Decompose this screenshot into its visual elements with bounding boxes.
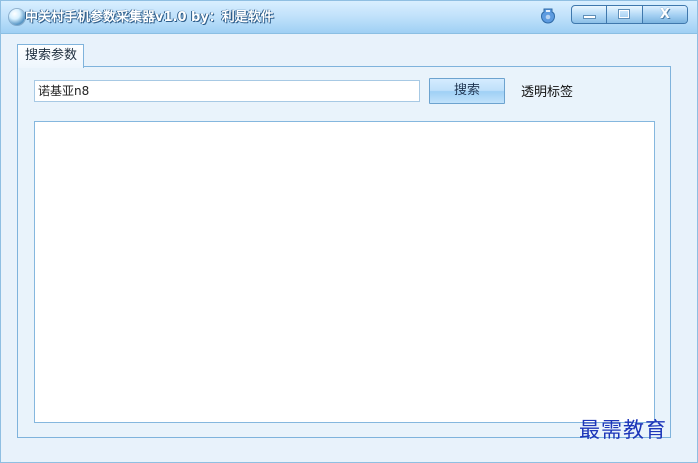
close-icon: X <box>659 7 670 22</box>
transparent-label: 透明标签 <box>521 85 574 100</box>
search-input[interactable]: 诺基亚n8 <box>34 80 420 102</box>
main-content: 搜索参数 诺基亚n8 搜索 透明标签 <box>1 34 697 462</box>
skin-shape-icon <box>540 8 556 24</box>
close-button[interactable]: X <box>642 6 687 23</box>
search-params-panel: 诺基亚n8 搜索 透明标签 <box>17 66 671 438</box>
tab-search-params[interactable]: 搜索参数 <box>17 44 84 68</box>
window-controls: X <box>571 5 688 24</box>
title-bar[interactable]: 中关村手机参数采集器v1.0 by：利是软件 X <box>1 1 697 34</box>
maximize-button[interactable] <box>607 6 643 23</box>
window-title: 中关村手机参数采集器v1.0 by：利是软件 <box>25 10 274 25</box>
skin-icon[interactable] <box>540 8 556 24</box>
search-button[interactable]: 搜索 <box>429 78 505 104</box>
results-list[interactable] <box>34 121 655 423</box>
watermark-text: 最需教育 <box>579 418 667 442</box>
tab-label: 搜索参数 <box>25 48 78 63</box>
app-window: 中关村手机参数采集器v1.0 by：利是软件 X 搜索参数 诺基亚n8 搜索 透… <box>0 0 698 463</box>
minimize-button[interactable] <box>572 6 608 23</box>
app-icon <box>9 9 25 25</box>
